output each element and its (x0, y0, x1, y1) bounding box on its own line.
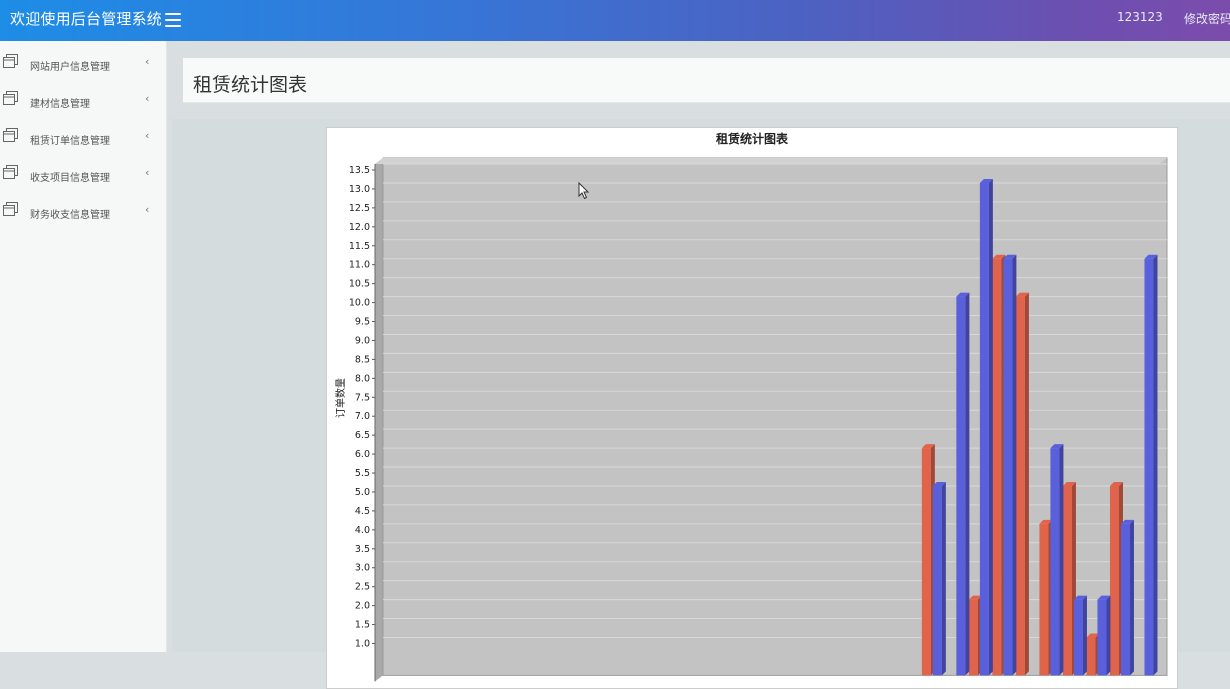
bar-side (1059, 444, 1064, 676)
sidebar-item-user-management[interactable]: 网站用户信息管理 ‹ (0, 44, 166, 81)
chevron-left-icon: ‹ (145, 55, 150, 68)
window-icon (3, 128, 18, 142)
y-tick-label: 7.0 (355, 411, 370, 422)
y-tick-label: 1.5 (355, 620, 370, 631)
plot-side-wall (375, 158, 383, 682)
y-tick-label: 5.5 (355, 468, 370, 479)
window-icon (3, 202, 18, 216)
y-tick-label: 13.5 (349, 165, 370, 176)
bar (1120, 523, 1130, 676)
chevron-left-icon: ‹ (145, 166, 150, 179)
username[interactable]: 123123 (1117, 10, 1163, 24)
bar (921, 448, 931, 676)
y-tick-label: 4.5 (355, 506, 370, 517)
chevron-left-icon: ‹ (145, 92, 150, 105)
y-tick-label: 11.0 (349, 260, 370, 271)
app-title: 欢迎使用后台管理系统 (10, 10, 163, 28)
bar-chart: 1.0 1.5 2.0 2.5 3.0 3.5 4.0 4.5 5.0 5.5 6.0 6.5 7.0 7… (349, 157, 1168, 682)
chart-panel: 租赁统计图表 订单数量 1.0 1.5 2.0 2.5 3.0 3.5 4.0 4.5 5.0 5… (326, 127, 1178, 689)
change-password-link[interactable]: 修改密码 (1184, 10, 1230, 27)
bar (1039, 523, 1049, 676)
y-tick-label: 6.5 (355, 430, 370, 441)
bar-side (1129, 519, 1134, 676)
mouse-cursor-icon (578, 182, 590, 200)
bar-side (1106, 595, 1111, 676)
bar-side (965, 292, 970, 676)
sidebar-item-label: 收支项目信息管理 (30, 173, 110, 184)
window-icon (3, 54, 18, 68)
top-bar: 欢迎使用后台管理系统 123123 修改密码 (0, 0, 1230, 41)
chevron-left-icon: ‹ (145, 129, 150, 142)
y-tick-label: 12.0 (349, 222, 370, 233)
y-tick-label: 2.0 (355, 601, 370, 612)
bar (1097, 599, 1107, 676)
y-tick-label: 9.0 (355, 335, 370, 346)
y-tick-label: 3.5 (355, 544, 370, 555)
bar (1073, 599, 1083, 676)
window-icon (3, 91, 18, 105)
bar (932, 485, 942, 676)
y-tick-label: 8.0 (355, 373, 370, 384)
sidebar-item-label: 网站用户信息管理 (30, 62, 110, 73)
y-tick-label: 12.5 (349, 203, 370, 214)
sidebar-item-label: 财务收支信息管理 (30, 210, 110, 221)
bar (1144, 258, 1154, 676)
sidebar-item-material-management[interactable]: 建材信息管理 ‹ (0, 81, 166, 118)
y-tick-label: 6.0 (355, 449, 370, 460)
bar (1086, 637, 1096, 676)
bar (1003, 258, 1013, 676)
bar-side (1024, 292, 1029, 676)
bar-side (941, 481, 946, 676)
window-icon (3, 165, 18, 179)
plot-top-edge (375, 158, 1167, 164)
y-tick-label: 7.5 (355, 392, 370, 403)
y-tick-label: 4.0 (355, 525, 370, 536)
sidebar-item-label: 建材信息管理 (30, 99, 90, 110)
bar-side (1082, 595, 1087, 676)
page-header: 租赁统计图表 (183, 58, 1230, 103)
y-tick-label: 3.0 (355, 563, 370, 574)
menu-toggle-icon[interactable] (165, 13, 181, 27)
y-tick-label: 8.5 (355, 354, 370, 365)
y-tick-label: 1.0 (355, 639, 370, 650)
sidebar: 网站用户信息管理 ‹ 建材信息管理 ‹ 租赁订单信息管理 ‹ 收支项目信息管理 … (0, 41, 167, 652)
sidebar-item-income-expense-item-management[interactable]: 收支项目信息管理 ‹ (0, 155, 166, 192)
y-tick-label: 5.0 (355, 487, 370, 498)
bar-side (1153, 254, 1158, 676)
chevron-left-icon: ‹ (145, 203, 150, 216)
y-tick-label: 2.5 (355, 582, 370, 593)
page-title: 租赁统计图表 (193, 74, 308, 96)
bar-side (1012, 254, 1017, 676)
sidebar-item-finance-management[interactable]: 财务收支信息管理 ‹ (0, 192, 166, 229)
bar (1015, 296, 1025, 676)
bar-side (988, 178, 993, 676)
bar (1050, 448, 1060, 676)
bar (979, 182, 989, 676)
y-tick-label: 11.5 (349, 241, 370, 252)
y-tick-label: 10.5 (349, 279, 370, 290)
sidebar-item-label: 租赁订单信息管理 (30, 136, 110, 147)
bar (1109, 485, 1119, 676)
bar (968, 599, 978, 676)
bar (1062, 485, 1072, 676)
y-tick-label: 9.5 (355, 317, 370, 328)
bar (992, 258, 1002, 676)
sidebar-item-rental-order-management[interactable]: 租赁订单信息管理 ‹ (0, 118, 166, 155)
y-tick-label: 10.0 (349, 298, 370, 309)
bar (956, 296, 966, 676)
y-tick-label: 13.0 (349, 184, 370, 195)
